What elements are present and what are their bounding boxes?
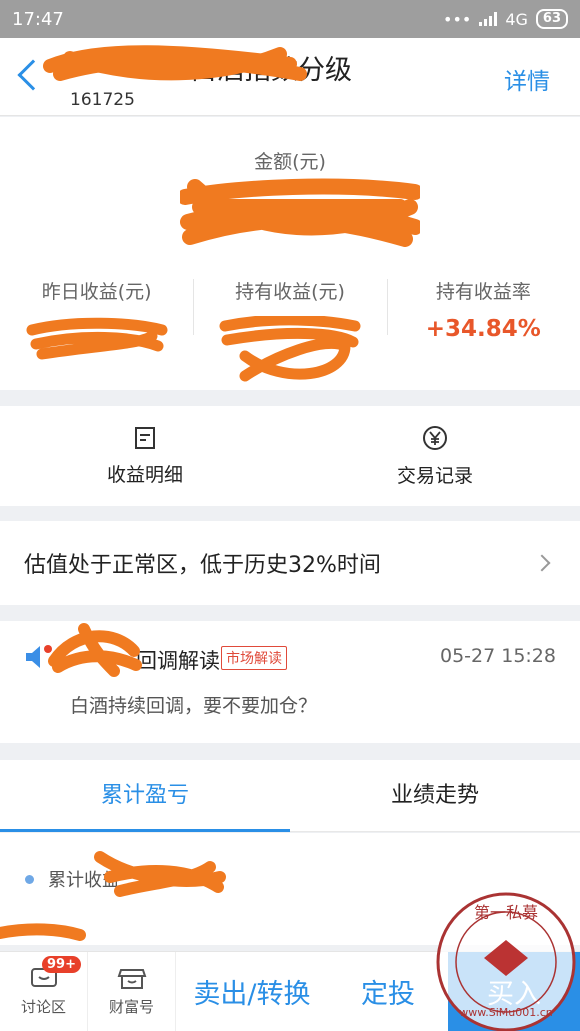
more-dots-icon: ••• [443,9,472,29]
holding-value-redacted [219,314,361,382]
discussion-badge: 99+ [42,956,81,973]
speaker-icon [26,645,52,668]
stats-row: 昨日收益(元) 持有收益(元) 持有收益率 +34.84% [0,275,580,382]
yesterday-value-redacted [26,317,168,360]
holding-earnings-label: 持有收益(元) [235,281,345,303]
watermark-logo: 第一私募 www.SiMu001.cn [436,892,576,1031]
tab-bar: 累计盈亏 业绩走势 [0,760,580,832]
detail-button[interactable]: 详情 [504,62,550,96]
auto-invest-button[interactable]: 定投 [328,952,448,1031]
header: 白酒指数分级 161725 详情 [0,38,580,116]
yesterday-earnings-label: 昨日收益(元) [41,281,152,303]
chevron-right-icon [533,554,551,572]
wealth-account-button[interactable]: 财富号 [88,952,176,1031]
battery-icon: 63 [535,9,568,29]
signal-icon [479,12,498,26]
amount-label: 金额(元) [254,151,326,173]
redaction-scribble [48,623,142,677]
holding-rate-label: 持有收益率 [435,281,531,303]
earnings-detail-label: 收益明细 [106,463,183,486]
transaction-records-button[interactable]: 交易记录 [290,406,580,506]
news-time: 05-27 15:28 [439,645,556,667]
document-icon [135,426,155,449]
discussion-label: 讨论区 [20,998,66,1016]
news-card[interactable]: 回调解读 市场解读 05-27 15:28 白酒持续回调，要不要加仓？ [0,621,580,743]
fund-code: 161725 [70,90,135,110]
redaction-scribble [0,923,86,941]
holding-rate: 持有收益率 +34.84% [386,275,580,345]
fund-detail-screen: 17:47 ••• 4G 63 白酒指数分级 161725 详情 金额(元) 昨… [0,0,580,1031]
sell-convert-button[interactable]: 卖出/转换 [176,952,328,1031]
holding-summary: 金额(元) 昨日收益(元) 持有收益(元) 持有收益率 +34.84% [0,117,580,390]
yen-circle-icon [423,425,447,450]
holding-earnings: 持有收益(元) [193,275,386,382]
valuation-text: 估值处于正常区，低于历史32%时间 [24,553,381,578]
quick-actions: 收益明细 交易记录 [0,406,580,506]
status-time: 17:47 [12,8,64,30]
watermark-url: www.SiMu001.cn [459,1006,553,1019]
shop-icon [117,969,146,989]
news-summary: 白酒持续回调，要不要加仓？ [70,695,318,717]
transaction-records-label: 交易记录 [396,464,473,487]
watermark-title: 第一私募 [474,903,538,922]
amount-value-redacted [180,178,420,247]
back-icon[interactable] [17,59,49,91]
yesterday-earnings: 昨日收益(元) [0,275,193,360]
fund-name: 白酒指数分级 [190,55,352,86]
cumulative-label: 累计收益 [48,870,120,891]
news-title: 回调解读 [136,649,220,673]
status-bar: 17:47 ••• 4G 63 [0,0,580,38]
wealth-account-label: 财富号 [108,998,154,1016]
tab-performance-trend[interactable]: 业绩走势 [290,760,580,831]
network-type: 4G [505,9,528,29]
discussion-button[interactable]: 99+ 讨论区 [0,952,88,1031]
legend-dot [25,875,34,884]
holding-rate-value: +34.84% [425,316,541,342]
tab-cumulative-pnl[interactable]: 累计盈亏 [0,760,290,832]
valuation-row[interactable]: 估值处于正常区，低于历史32%时间 [0,521,580,605]
news-tag: 市场解读 [221,646,287,670]
earnings-detail-button[interactable]: 收益明细 [0,406,290,506]
